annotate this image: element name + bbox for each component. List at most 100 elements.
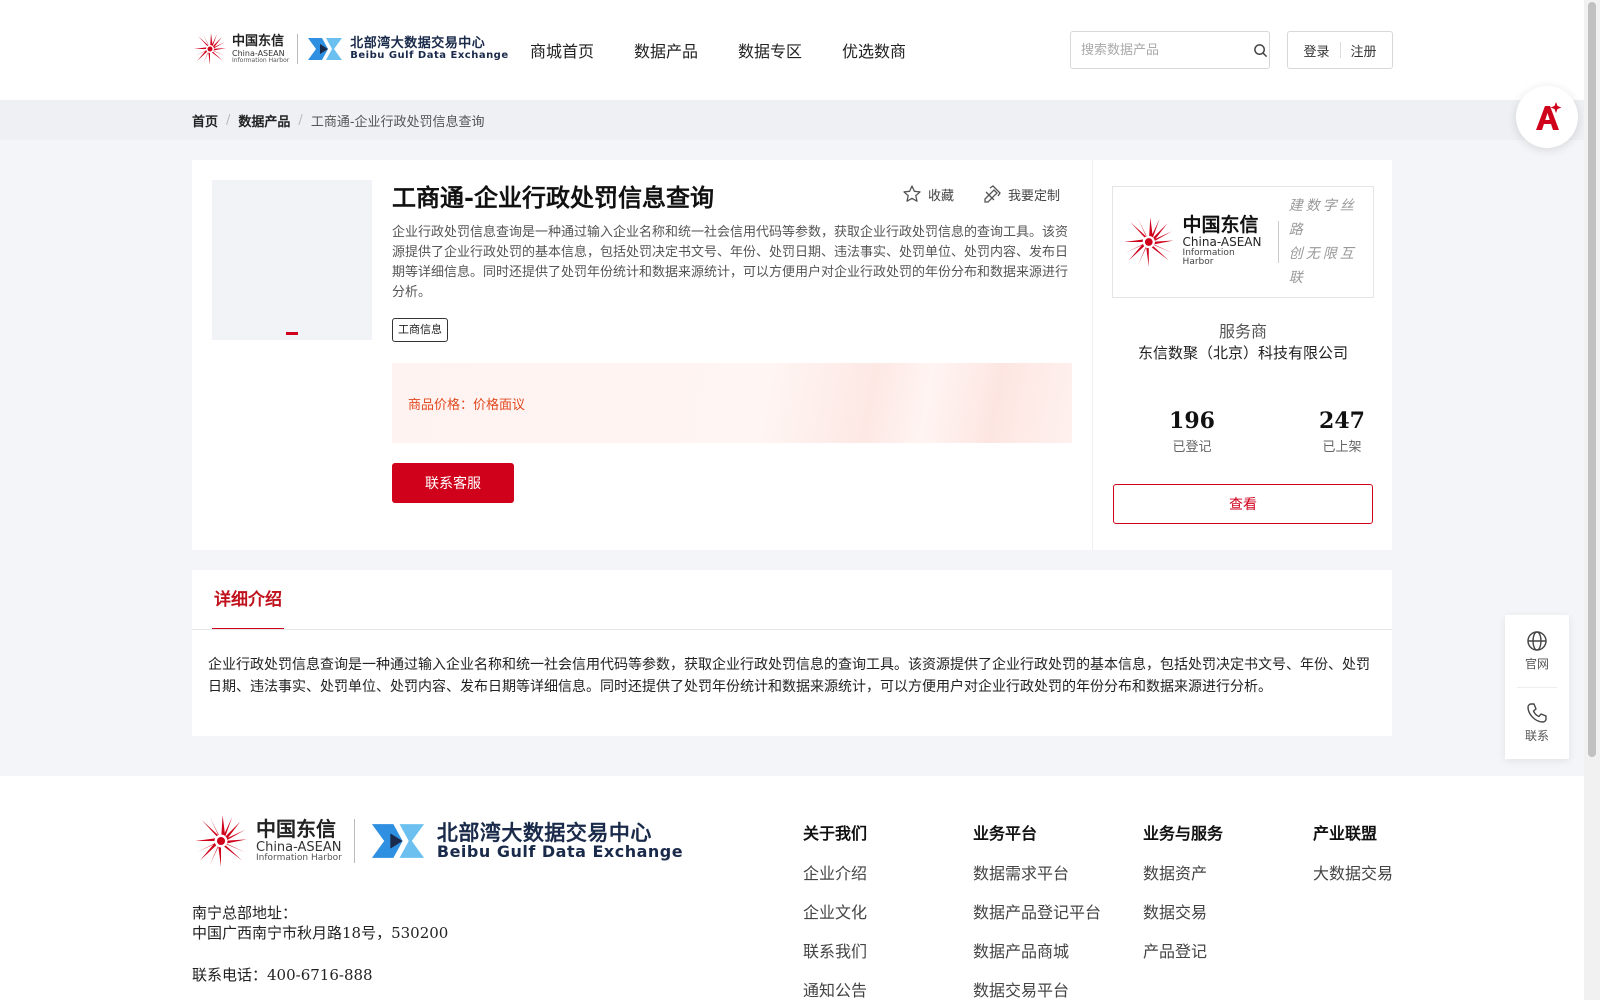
contact-service-button[interactable]: 联系客服 [392,463,514,503]
customize-label: 我要定制 [1008,188,1061,204]
footer-link[interactable]: 数据需求平台 [973,860,1101,884]
china-asean-logo: 中国东信 China-ASEAN Information Harbor [192,31,289,67]
ai-assistant-button[interactable] [1516,86,1578,148]
footer-link[interactable]: 数据产品登记平台 [973,899,1101,923]
footer-address: 南宁总部地址： 中国广西南宁市秋月路18号，530200 [192,903,448,943]
side-float-bar: 官网 联系 [1505,615,1569,759]
breadcrumb-sep: / [226,113,231,128]
provider-logo-sub: China-ASEAN [1182,235,1262,250]
product-card: 工商通-企业行政处罚信息查询 收藏 我要定制 企业行政处罚信息查询是一种通过输入… [192,160,1392,550]
footer-col-title: 业务与服务 [1143,824,1224,843]
logo-cn-title: 中国东信 [232,33,285,49]
china-asean-burst-icon [194,33,226,65]
breadcrumb-bar: 首页 / 数据产品 / 工商通-企业行政处罚信息查询 [0,100,1584,140]
register-link[interactable]: 注册 [1351,41,1377,60]
provider-logo-sub2: Information Harbor [1182,247,1235,268]
official-site-label: 官网 [1524,657,1549,671]
product-actions: 收藏 我要定制 [902,184,1060,204]
registered-label: 已登记 [1172,440,1212,455]
favorite-button[interactable]: 收藏 [902,184,954,204]
page-scrollbar[interactable] [1584,0,1600,1000]
site-logo[interactable]: 中国东信 China-ASEAN Information Harbor 北部湾大… [192,28,509,70]
view-provider-button[interactable]: 查看 [1113,484,1373,524]
carousel-indicator[interactable] [286,332,298,335]
footer-col-about: 关于我们 企业介绍 企业文化 联系我们 通知公告 [803,820,867,1000]
detail-text: 企业行政处罚信息查询是一种通过输入企业名称和统一社会信用代码等参数，获取企业行政… [208,657,1370,695]
product-title: 工商通-企业行政处罚信息查询 [392,183,714,212]
scrollbar-thumb[interactable] [1588,2,1596,757]
breadcrumb-home[interactable]: 首页 [192,111,218,130]
footer-link[interactable]: 联系我们 [803,938,867,962]
listed-label: 已上架 [1322,440,1362,455]
customize-icon [984,185,1001,203]
price-panel: 商品价格：价格面议 [392,363,1072,443]
footer-burst-icon [195,815,247,867]
favorite-label: 收藏 [928,188,955,204]
search-box [1070,31,1270,69]
auth-box: 登录 注册 [1287,31,1393,69]
footer-link[interactable]: 数据产品商城 [973,938,1101,962]
star-icon [903,185,921,202]
side-float-divider [1517,687,1557,688]
footer-logo-bx-title: 北部湾大数据交易中心 [436,820,652,845]
tab-underline [192,629,1392,630]
provider-slogan: 建数字丝路 创无限互联 [1289,194,1373,290]
nav-data-products[interactable]: 数据产品 [634,38,698,62]
breadcrumb-current: 工商通-企业行政处罚信息查询 [310,115,485,130]
price-text: 商品价格：价格面议 [408,394,525,413]
nav-preferred-vendors[interactable]: 优选数商 [842,38,906,62]
footer-col-alliance: 产业联盟 大数据交易 [1313,820,1393,899]
ai-assistant-icon [1536,102,1562,130]
footer-link[interactable]: 数据资产 [1143,860,1223,884]
top-header: 中国东信 China-ASEAN Information Harbor 北部湾大… [0,0,1584,100]
logo-divider [297,34,299,64]
contact-float-button[interactable]: 联系 [1505,701,1569,744]
footer-logo-divider [353,819,355,863]
footer-phone: 联系电话：400-6716-888 [192,966,373,984]
provider-logo-title: 中国东信 [1182,214,1259,237]
main-nav: 商城首页 数据产品 数据专区 优选数商 [530,38,906,62]
card-divider [1092,160,1093,550]
footer-link[interactable]: 数据交易平台 [973,977,1101,1000]
auth-divider [1339,42,1341,58]
official-site-button[interactable]: 官网 [1505,629,1569,672]
price-value: 价格面议 [473,398,526,413]
breadcrumb-sep: / [298,113,303,128]
logo-cn-sub2: Information Harbor [232,56,290,64]
search-input[interactable] [1071,32,1251,68]
breadcrumb-category[interactable]: 数据产品 [238,111,290,130]
provider-slogan-line2: 创无限互联 [1288,246,1357,286]
footer-link[interactable]: 通知公告 [803,977,867,1000]
footer-logo-cn-title: 中国东信 [256,817,336,841]
footer-col-title: 业务平台 [973,824,1038,843]
footer-col-title: 关于我们 [803,824,868,843]
product-image[interactable] [212,180,372,340]
login-link[interactable]: 登录 [1303,41,1329,60]
tab-detail[interactable]: 详细介绍 [212,570,284,630]
detail-section: 详细介绍 企业行政处罚信息查询是一种通过输入企业名称和统一社会信用代码等参数，获… [192,570,1392,736]
footer-logo-cn-sub2: Information Harbor [256,853,342,863]
provider-label: 服务商 [1218,322,1267,341]
globe-icon [1527,631,1547,651]
logo-bx-sub: Beibu Gulf Data Exchange [350,49,509,61]
footer-link[interactable]: 产品登记 [1143,938,1223,962]
address-value: 中国广西南宁市秋月路18号，530200 [192,924,449,942]
provider-burst-icon [1124,217,1174,267]
beibu-gulf-logo: 北部湾大数据交易中心 Beibu Gulf Data Exchange [306,34,508,64]
registered-count: 196 [1169,408,1215,434]
search-icon[interactable] [1251,32,1269,68]
listed-stat: 247 已上架 [1282,408,1402,455]
footer-link[interactable]: 企业文化 [803,899,867,923]
footer: 中国东信 China-ASEAN Information Harbor 北部湾大… [0,776,1584,1000]
footer-link[interactable]: 大数据交易 [1313,860,1393,884]
beibu-gulf-mark-icon [308,38,343,60]
phone-icon [1527,703,1547,723]
footer-link[interactable]: 数据交易 [1143,899,1223,923]
provider-logo: 中国东信 China-ASEAN Information Harbor 建数字丝… [1112,186,1374,298]
nav-data-zone[interactable]: 数据专区 [738,38,802,62]
registered-stat: 196 已登记 [1132,408,1252,455]
customize-button[interactable]: 我要定制 [982,184,1060,204]
footer-link[interactable]: 企业介绍 [803,860,867,884]
nav-mall-home[interactable]: 商城首页 [530,38,594,62]
footer-col-services: 业务与服务 数据资产 数据交易 产品登记 [1143,820,1223,977]
